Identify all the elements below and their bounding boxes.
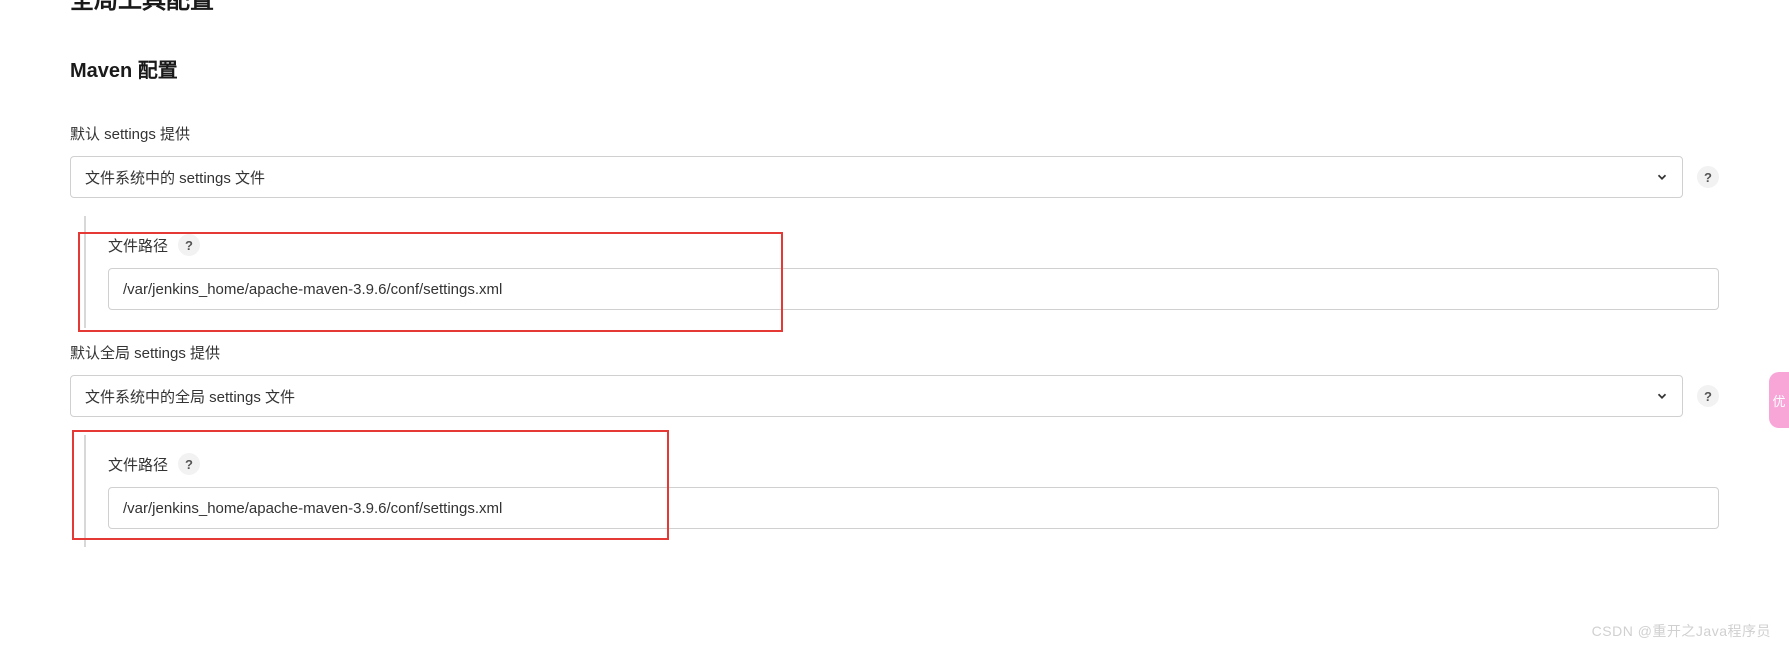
field-default-settings: 默认 settings 提供 文件系统中的 settings 文件 ? 文件路径…: [70, 123, 1719, 328]
help-icon-file-path-1[interactable]: ?: [178, 234, 200, 256]
section-title-maven: Maven 配置: [70, 54, 1719, 83]
select-default-global-settings[interactable]: 文件系统中的全局 settings 文件: [70, 375, 1683, 417]
page-title: 全局工具配置: [70, 0, 1719, 18]
input-file-path-1[interactable]: [108, 268, 1719, 310]
select-default-global-settings-value: 文件系统中的全局 settings 文件: [85, 386, 295, 407]
help-icon-file-path-2[interactable]: ?: [178, 453, 200, 475]
nested-default-settings: 文件路径 ?: [84, 216, 1719, 328]
side-tab[interactable]: 优: [1769, 372, 1789, 428]
label-default-global-settings: 默认全局 settings 提供: [70, 342, 1719, 363]
field-default-global-settings: 默认全局 settings 提供 文件系统中的全局 settings 文件 ? …: [70, 342, 1719, 547]
nested-default-global-settings: 文件路径 ?: [84, 435, 1719, 547]
select-default-settings[interactable]: 文件系统中的 settings 文件: [70, 156, 1683, 198]
label-default-settings: 默认 settings 提供: [70, 123, 1719, 144]
select-default-settings-value: 文件系统中的 settings 文件: [85, 167, 265, 188]
help-icon-default-global-settings[interactable]: ?: [1697, 385, 1719, 407]
input-file-path-2[interactable]: [108, 487, 1719, 529]
label-file-path-2: 文件路径: [108, 454, 168, 475]
watermark: CSDN @重开之Java程序员: [1592, 621, 1771, 641]
help-icon-default-settings[interactable]: ?: [1697, 166, 1719, 188]
label-file-path-1: 文件路径: [108, 235, 168, 256]
